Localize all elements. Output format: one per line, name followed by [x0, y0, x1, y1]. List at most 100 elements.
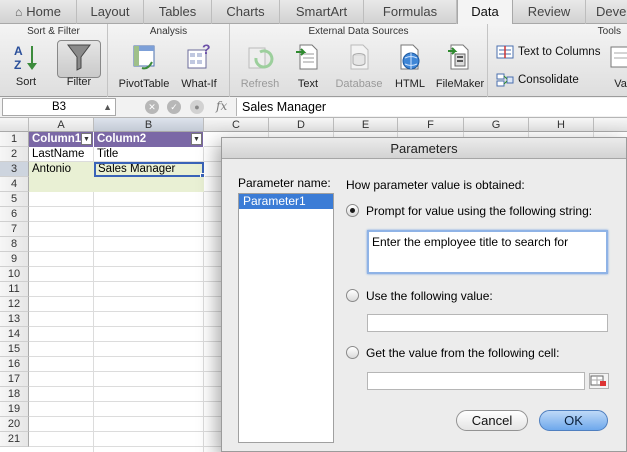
how-obtained-label: How parameter value is obtained:	[346, 178, 525, 192]
cancel-entry-icon[interactable]: ✕	[145, 100, 159, 114]
tab-layout[interactable]: Layout	[77, 0, 144, 24]
table-header-label: Column1	[32, 133, 82, 145]
cell-a3[interactable]: Antonio	[29, 162, 94, 177]
row-header-16[interactable]: 16	[0, 357, 29, 372]
filemaker-button[interactable]: FileMaker	[434, 42, 486, 90]
tab-data[interactable]: Data	[457, 0, 513, 25]
row-header-18[interactable]: 18	[0, 387, 29, 402]
validate-icon	[610, 46, 627, 68]
formula-input[interactable]: Sales Manager	[236, 98, 627, 116]
globe-icon	[400, 44, 420, 70]
row-header-9[interactable]: 9	[0, 252, 29, 267]
insert-function-icon[interactable]: ●	[190, 100, 204, 114]
database-icon	[350, 44, 369, 70]
tab-formulas[interactable]: Formulas	[364, 0, 457, 24]
parameter-name-label: Parameter name:	[238, 176, 331, 190]
parameter-list[interactable]: Parameter1	[238, 193, 334, 443]
row-header-15[interactable]: 15	[0, 342, 29, 357]
row-header-13[interactable]: 13	[0, 312, 29, 327]
column-header-h[interactable]: H	[529, 118, 594, 132]
column-header-g[interactable]: G	[464, 118, 529, 132]
tab-smartart[interactable]: SmartArt	[280, 0, 364, 24]
value-radio-label[interactable]: Use the following value:	[366, 289, 493, 303]
tab-home[interactable]: ⌂ Home	[0, 0, 77, 24]
text-file-icon	[296, 44, 318, 70]
column-header-a[interactable]: A	[29, 118, 94, 132]
column-header-overflow[interactable]	[594, 118, 627, 132]
validate-button[interactable]: Vali	[608, 42, 627, 90]
column-header-b[interactable]: B	[94, 118, 204, 132]
row-header-4[interactable]: 4	[0, 177, 29, 192]
fx-icon[interactable]: fx	[216, 99, 227, 113]
row-header-12[interactable]: 12	[0, 297, 29, 312]
svg-text:A: A	[14, 44, 23, 58]
text-import-button[interactable]: Text	[288, 42, 328, 90]
row-header-6[interactable]: 6	[0, 207, 29, 222]
column-header-f[interactable]: F	[398, 118, 464, 132]
parameters-dialog: Parameters Parameter name: Parameter1 Ho…	[221, 137, 627, 452]
row-header-21[interactable]: 21	[0, 432, 29, 447]
html-import-button[interactable]: HTML	[390, 42, 430, 90]
cell-b3[interactable]: Sales Manager	[94, 162, 204, 177]
database-button[interactable]: Database	[334, 42, 384, 90]
tab-review[interactable]: Review	[513, 0, 586, 24]
consolidate-button[interactable]: Consolidate	[496, 73, 579, 87]
funnel-icon	[67, 44, 91, 71]
cell-input[interactable]	[367, 372, 585, 390]
ribbon-tab-bar: ⌂ Home Layout Tables Charts SmartArt Form…	[0, 0, 627, 25]
what-if-icon: ?	[187, 42, 211, 69]
group-title: Tools	[597, 26, 621, 37]
cell-radio-label[interactable]: Get the value from the following cell:	[366, 346, 559, 360]
chevron-down-icon[interactable]: ▲	[103, 99, 112, 115]
cell-a2[interactable]: LastName	[29, 147, 94, 162]
sort-button[interactable]: A Z Sort	[6, 42, 46, 88]
row-header-5[interactable]: 5	[0, 192, 29, 207]
collapse-dialog-button[interactable]	[589, 373, 609, 389]
value-input[interactable]	[367, 314, 608, 332]
filter-dropdown-icon[interactable]: ▼	[191, 133, 202, 145]
cell-radio[interactable]	[346, 346, 359, 359]
row-header-1[interactable]: 1	[0, 132, 29, 147]
filemaker-icon	[448, 44, 469, 70]
parameter-list-item[interactable]: Parameter1	[239, 194, 333, 209]
name-box[interactable]: B3 ▲	[2, 98, 116, 116]
row-header-8[interactable]: 8	[0, 237, 29, 252]
column-header-d[interactable]: D	[269, 118, 334, 132]
tab-charts[interactable]: Charts	[212, 0, 280, 24]
prompt-string-textarea[interactable]: Enter the employee title to search for	[367, 230, 608, 274]
text-to-columns-button[interactable]: Text to Columns	[496, 45, 600, 59]
filter-dropdown-icon[interactable]: ▼	[81, 133, 92, 145]
ribbon: Sort & Filter A Z Sort Filter Analysis P…	[0, 24, 627, 97]
prompt-radio-label[interactable]: Prompt for value using the following str…	[366, 204, 592, 218]
row-header-10[interactable]: 10	[0, 267, 29, 282]
what-if-button[interactable]: ? What-If	[176, 42, 222, 90]
column-header-e[interactable]: E	[334, 118, 398, 132]
select-all-corner[interactable]	[0, 118, 29, 132]
filter-button[interactable]: Filter	[57, 42, 101, 88]
row-header-7[interactable]: 7	[0, 222, 29, 237]
column-header-c[interactable]: C	[204, 118, 269, 132]
tab-tables[interactable]: Tables	[144, 0, 212, 24]
group-title: Sort & Filter	[27, 26, 80, 37]
ok-button[interactable]: OK	[539, 410, 608, 431]
confirm-entry-icon[interactable]: ✓	[167, 100, 181, 114]
value-radio[interactable]	[346, 289, 359, 302]
group-external-data: External Data Sources Refresh Text Datab…	[230, 24, 488, 97]
cell-b2[interactable]: Title	[94, 147, 204, 162]
cancel-button[interactable]: Cancel	[456, 410, 528, 431]
row-header-2[interactable]: 2	[0, 147, 29, 162]
row-header-17[interactable]: 17	[0, 372, 29, 387]
refresh-button[interactable]: Refresh	[236, 42, 284, 90]
pivottable-icon	[133, 45, 155, 70]
group-analysis: Analysis PivotTable ? What-If	[108, 24, 230, 97]
pivottable-button[interactable]: PivotTable	[116, 42, 172, 90]
table-header-cell-b[interactable]: Column2 ▼	[94, 132, 204, 147]
tab-developer[interactable]: Deve	[586, 0, 627, 24]
row-header-19[interactable]: 19	[0, 402, 29, 417]
prompt-radio[interactable]	[346, 204, 359, 217]
row-header-14[interactable]: 14	[0, 327, 29, 342]
row-header-20[interactable]: 20	[0, 417, 29, 432]
table-header-cell-a[interactable]: Column1 ▼	[29, 132, 94, 147]
row-header-3[interactable]: 3	[0, 162, 29, 177]
row-header-11[interactable]: 11	[0, 282, 29, 297]
